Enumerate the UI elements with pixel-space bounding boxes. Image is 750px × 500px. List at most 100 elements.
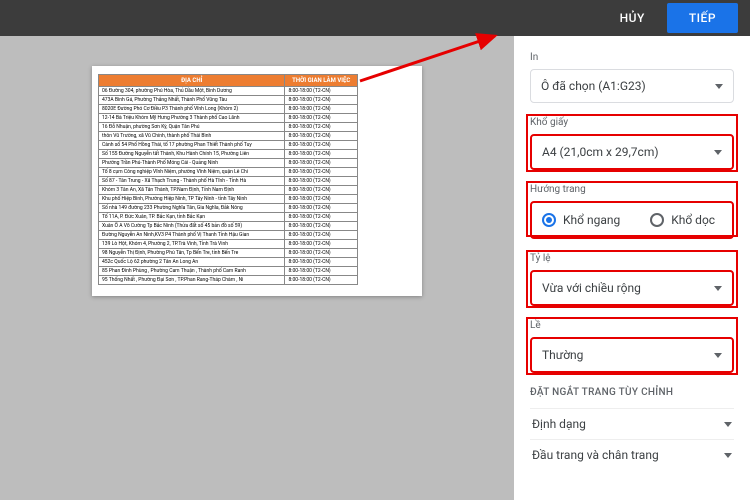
cell-address: 12-14 Bà Triệu Khóm Mỹ Hưng Phường 3 Thà…	[99, 114, 285, 123]
table-row: 85 Phan Đình Phùng , Phường Cam Thuận , …	[99, 267, 358, 276]
cell-address: Xuân Ổ A Võ Cường Tp Bắc Ninh (Thửa đất …	[99, 222, 285, 231]
cell-address: Số 87 - Tân Trung - Xã Thạch Trung - Thà…	[99, 177, 285, 186]
table-row: 473A Bình Gá, Phường Thắng Nhất, Thành P…	[99, 96, 358, 105]
header-address: ĐỊA CHỈ	[99, 75, 285, 87]
print-preview-area: ĐỊA CHỈ THỜI GIAN LÀM VIỆC 06 Đường 304,…	[0, 36, 514, 500]
cell-time: 8:00-18:00 (T2-CN)	[285, 195, 358, 204]
cell-time: 8:00-18:00 (T2-CN)	[285, 141, 358, 150]
cell-time: 8:00-18:00 (T2-CN)	[285, 231, 358, 240]
print-range-dropdown[interactable]: Ô đã chọn (A1:G23)	[530, 69, 734, 103]
cell-time: 8:00-18:00 (T2-CN)	[285, 114, 358, 123]
table-row: Cành số 54 Phố Hồng Thái, tổ 17 phường P…	[99, 141, 358, 150]
table-row: Số 87 - Tân Trung - Xã Thạch Trung - Thà…	[99, 177, 358, 186]
chevron-down-icon	[724, 422, 732, 427]
table-row: Tổ 11A, P. Đức Xuân, TP. Bắc Kạn, tỉnh B…	[99, 213, 358, 222]
cell-time: 8:00-18:00 (T2-CN)	[285, 267, 358, 276]
table-row: Số 155 Đường Nguyễn tất Thành, Khu Hành …	[99, 150, 358, 159]
cell-address: 06 Đường 304, phường Phú Hòa, Thủ Dầu Mộ…	[99, 87, 285, 96]
top-toolbar: HỦY TIẾP	[0, 0, 750, 36]
cell-time: 8:00-18:00 (T2-CN)	[285, 150, 358, 159]
paper-size-value: A4 (21,0cm x 29,7cm)	[542, 145, 659, 159]
data-table: ĐỊA CHỈ THỜI GIAN LÀM VIỆC 06 Đường 304,…	[98, 74, 358, 285]
scale-value: Vừa với chiều rộng	[542, 281, 641, 295]
cell-time: 8:00-18:00 (T2-CN)	[285, 204, 358, 213]
cell-address: 95 Thống Nhất , Phường Đại Sơn , TP.Phan…	[99, 276, 285, 285]
cell-address: Số 155 Đường Nguyễn tất Thành, Khu Hành …	[99, 150, 285, 159]
orientation-portrait-radio[interactable]: Khổ dọc	[650, 213, 715, 227]
cell-address: 98 Nguyễn Thị Định, Phường Phú Tân, Tp B…	[99, 249, 285, 258]
table-row: 452c Quốc Lộ 62 phường 2 Tân An Long An8…	[99, 258, 358, 267]
cell-address: Cành số 54 Phố Hồng Thái, tổ 17 phường P…	[99, 141, 285, 150]
table-row: 12-14 Bà Triệu Khóm Mỹ Hưng Phường 3 Thà…	[99, 114, 358, 123]
orientation-label: Hướng trang	[530, 184, 734, 195]
cell-time: 8:00-18:00 (T2-CN)	[285, 96, 358, 105]
next-button[interactable]: TIẾP	[667, 3, 738, 33]
cell-address: Tổ 8 cụm Công nghiệp Vĩnh Niệm, phường V…	[99, 168, 285, 177]
cell-time: 8:00-18:00 (T2-CN)	[285, 123, 358, 132]
table-row: thôn Vũ Trường, xã Vũ Chính, thành phố T…	[99, 132, 358, 141]
cell-time: 8:00-18:00 (T2-CN)	[285, 186, 358, 195]
cell-address: Khu phố Hiệp Bình, Phường Hiệp Ninh, TP …	[99, 195, 285, 204]
cell-time: 8:00-18:00 (T2-CN)	[285, 249, 358, 258]
table-row: 16 Đỗ Nhuận, phường Sơn Kỳ, Quận Tân Phú…	[99, 123, 358, 132]
cell-time: 8:00-18:00 (T2-CN)	[285, 276, 358, 285]
cell-time: 8:00-18:00 (T2-CN)	[285, 159, 358, 168]
chevron-down-icon	[715, 84, 723, 89]
cell-address: 473A Bình Gá, Phường Thắng Nhất, Thành P…	[99, 96, 285, 105]
chevron-down-icon	[714, 150, 722, 155]
scale-label: Tỷ lệ	[530, 253, 734, 264]
header-time: THỜI GIAN LÀM VIỆC	[285, 75, 358, 87]
table-row: 98 Nguyễn Thị Định, Phường Phú Tân, Tp B…	[99, 249, 358, 258]
cancel-button[interactable]: HỦY	[606, 3, 659, 33]
cell-time: 8:00-18:00 (T2-CN)	[285, 222, 358, 231]
cell-time: 8:00-18:00 (T2-CN)	[285, 177, 358, 186]
radio-icon	[542, 213, 556, 227]
margin-dropdown[interactable]: Thường	[530, 337, 734, 373]
table-row: Khu phố Hiệp Bình, Phường Hiệp Ninh, TP …	[99, 195, 358, 204]
print-range-value: Ô đã chọn (A1:G23)	[541, 79, 646, 93]
cell-time: 8:00-18:00 (T2-CN)	[285, 87, 358, 96]
cell-address: Phường Trần Phú-Thành Phố Móng Cái - Quả…	[99, 159, 285, 168]
orientation-landscape-radio[interactable]: Khổ ngang	[542, 213, 620, 227]
margin-value: Thường	[542, 348, 583, 362]
preview-page: ĐỊA CHỈ THỜI GIAN LÀM VIỆC 06 Đường 304,…	[92, 66, 422, 296]
margin-label: Lề	[530, 320, 734, 331]
chevron-down-icon	[714, 353, 722, 358]
cell-time: 8:00-18:00 (T2-CN)	[285, 168, 358, 177]
cell-address: 139 Lò Hột, Khóm 4, Phường 2, TP.Trà Vin…	[99, 240, 285, 249]
cell-time: 8:00-18:00 (T2-CN)	[285, 213, 358, 222]
chevron-down-icon	[714, 286, 722, 291]
table-row: 95 Thống Nhất , Phường Đại Sơn , TP.Phan…	[99, 276, 358, 285]
print-settings-sidebar: In Ô đã chọn (A1:G23) Khổ giấy A4 (21,0c…	[514, 36, 750, 500]
cell-time: 8:00-18:00 (T2-CN)	[285, 132, 358, 141]
orientation-group: Khổ ngang Khổ dọc	[530, 201, 734, 239]
cell-address: 85 Phan Đình Phùng , Phường Cam Thuận , …	[99, 267, 285, 276]
cell-address: Khóm 3 Tân An, Xã Tân Thành, TP.Nam Định…	[99, 186, 285, 195]
table-row: 8020E Đường Phó Cơ Điều P3 Thành phố Vĩn…	[99, 105, 358, 114]
table-row: Đường Nguyễn An Ninh,KV3 P4 Thành phố Vị…	[99, 231, 358, 240]
chevron-down-icon	[724, 453, 732, 458]
cell-address: 452c Quốc Lộ 62 phường 2 Tân An Long An	[99, 258, 285, 267]
format-section-toggle[interactable]: Định dạng	[530, 408, 734, 439]
cell-address: Số nhà 149 đường 233 Phường Nghĩa Tân, G…	[99, 204, 285, 213]
cell-address: Tổ 11A, P. Đức Xuân, TP. Bắc Kạn, tỉnh B…	[99, 213, 285, 222]
radio-icon	[650, 213, 664, 227]
table-row: Phường Trần Phú-Thành Phố Móng Cái - Quả…	[99, 159, 358, 168]
table-row: 139 Lò Hột, Khóm 4, Phường 2, TP.Trà Vin…	[99, 240, 358, 249]
table-row: Khóm 3 Tân An, Xã Tân Thành, TP.Nam Định…	[99, 186, 358, 195]
cell-address: thôn Vũ Trường, xã Vũ Chính, thành phố T…	[99, 132, 285, 141]
cell-address: 8020E Đường Phó Cơ Điều P3 Thành phố Vĩn…	[99, 105, 285, 114]
table-row: Xuân Ổ A Võ Cường Tp Bắc Ninh (Thửa đất …	[99, 222, 358, 231]
paper-size-dropdown[interactable]: A4 (21,0cm x 29,7cm)	[530, 134, 734, 170]
print-label: In	[530, 52, 734, 63]
scale-dropdown[interactable]: Vừa với chiều rộng	[530, 270, 734, 306]
custom-page-breaks-link[interactable]: ĐẶT NGẮT TRANG TÙY CHỈNH	[530, 387, 734, 398]
header-footer-section-toggle[interactable]: Đầu trang và chân trang	[530, 439, 734, 470]
table-row: Số nhà 149 đường 233 Phường Nghĩa Tân, G…	[99, 204, 358, 213]
cell-time: 8:00-18:00 (T2-CN)	[285, 105, 358, 114]
cell-address: 16 Đỗ Nhuận, phường Sơn Kỳ, Quận Tân Phú	[99, 123, 285, 132]
cell-time: 8:00-18:00 (T2-CN)	[285, 258, 358, 267]
cell-time: 8:00-18:00 (T2-CN)	[285, 240, 358, 249]
paper-size-label: Khổ giấy	[530, 117, 734, 128]
table-row: Tổ 8 cụm Công nghiệp Vĩnh Niệm, phường V…	[99, 168, 358, 177]
